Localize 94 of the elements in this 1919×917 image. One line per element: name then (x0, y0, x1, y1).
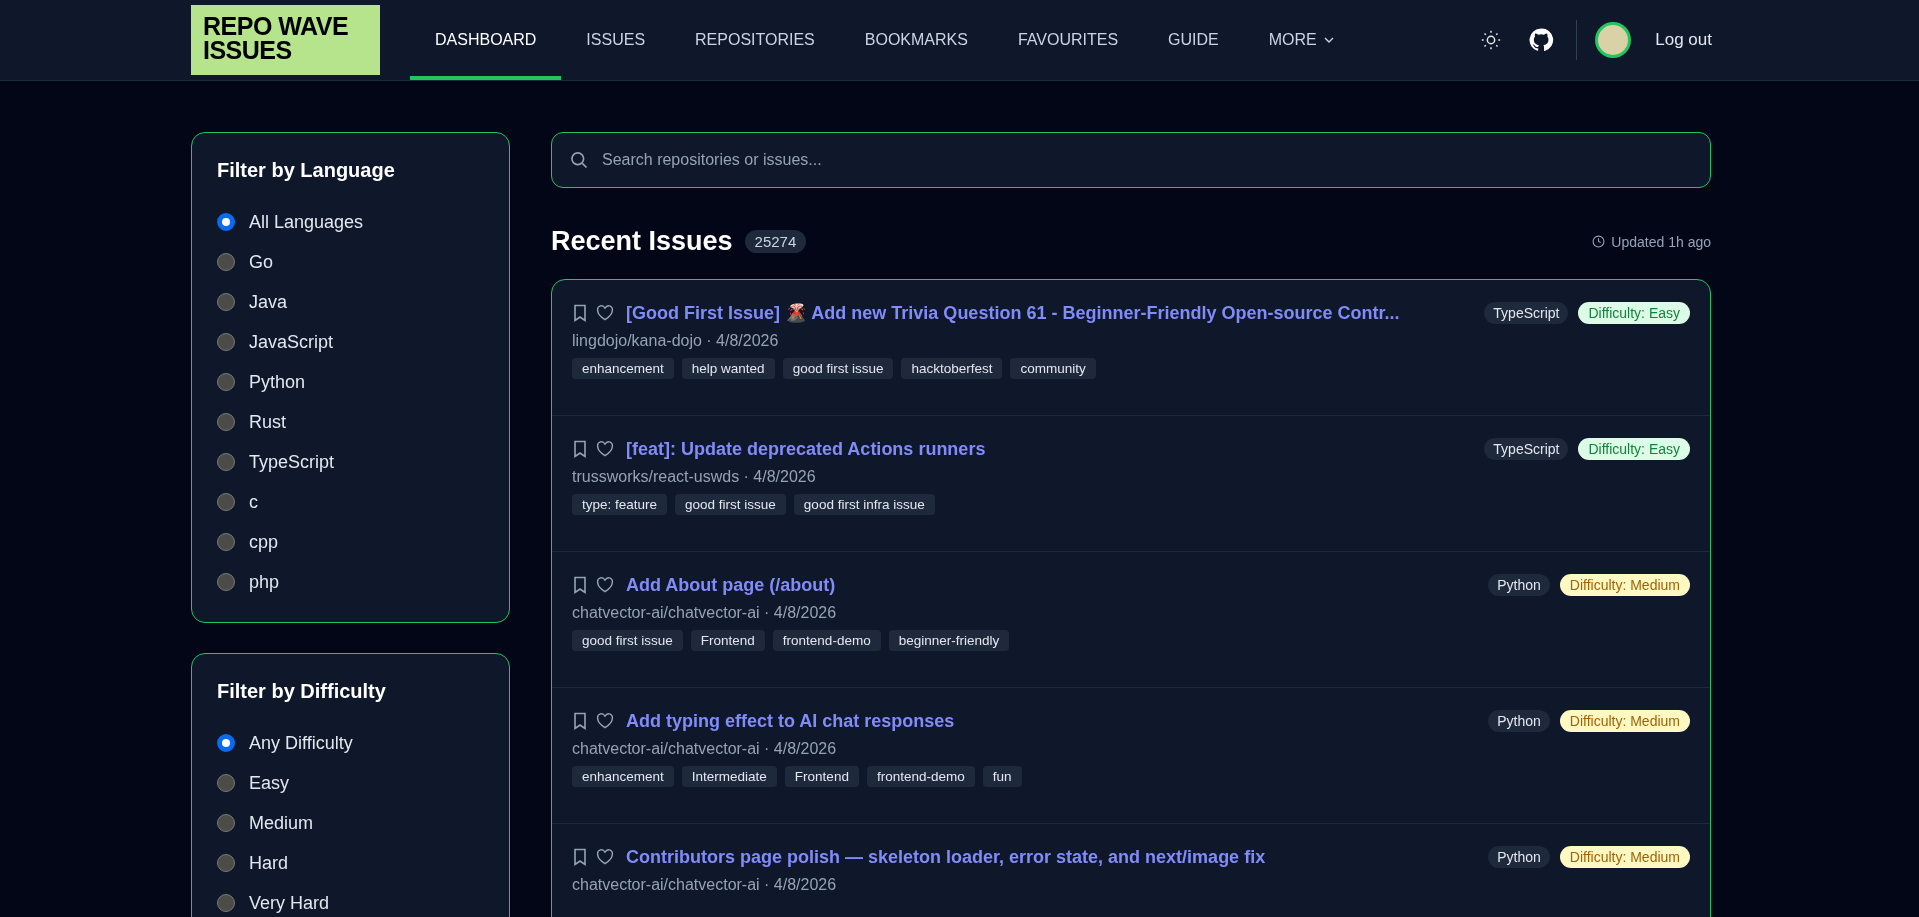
heart-icon[interactable] (596, 441, 614, 457)
label-tag: good first issue (572, 630, 683, 651)
bookmark-icon[interactable] (572, 848, 588, 866)
updated-text: Updated 1h ago (1611, 233, 1711, 250)
label-tag: frontend-demo (866, 766, 975, 787)
label-tag: type: feature (572, 494, 668, 515)
bookmark-icon[interactable] (572, 304, 588, 322)
radio-button[interactable] (217, 734, 235, 752)
label-tag: help wanted (681, 358, 775, 379)
label-tag: community (1010, 358, 1096, 379)
label-tag: good first issue (675, 494, 786, 515)
radio-button[interactable] (217, 774, 235, 792)
label-tag: beginner-friendly (888, 630, 1010, 651)
radio-label[interactable]: Very Hard (249, 892, 330, 914)
issue-title-link[interactable]: [Good First Issue] 🌋 Add new Trivia Question 61 - Beginner-Friendly Open-source Contr... (626, 302, 1400, 324)
radio-button[interactable] (217, 573, 235, 591)
label-tag: enhancement (572, 766, 674, 787)
radio-button[interactable] (217, 293, 235, 311)
radio-label[interactable]: Java (249, 291, 288, 313)
filter-title: Filter by Difficulty (217, 680, 387, 703)
language-badge: Python (1488, 710, 1550, 732)
repo-date-text: lingdojo/kana-dojo · 4/8/2026 (572, 332, 780, 350)
filter-title: Filter by Language (217, 159, 396, 182)
label-tag: good first infra issue (793, 494, 935, 515)
radio-label[interactable]: Any Difficulty (249, 732, 353, 754)
nav-tab[interactable]: DASHBOARD (410, 0, 562, 80)
issue-title-link[interactable]: [feat]: Update deprecated Actions runners (626, 438, 986, 460)
repo-date-text: chatvector-ai/chatvector-ai · 4/8/2026 (572, 604, 838, 622)
radio-button[interactable] (217, 814, 235, 832)
label-tag: Frontend (690, 630, 765, 651)
label-tag: Intermediate (681, 766, 777, 787)
difficulty-badge: Difficulty: Medium (1559, 846, 1690, 868)
language-badge: TypeScript (1484, 302, 1569, 324)
repo-date-text: chatvector-ai/chatvector-ai · 4/8/2026 (572, 740, 838, 758)
label-tag: frontend-demo (772, 630, 881, 651)
nav-tab[interactable]: MORE (1243, 0, 1360, 80)
radio-button[interactable] (217, 373, 235, 391)
radio-button[interactable] (217, 453, 235, 471)
radio-button[interactable] (217, 253, 235, 271)
avatar[interactable] (1595, 22, 1632, 58)
nav-tab[interactable]: GUIDE (1143, 0, 1244, 80)
repo-date-text: trussworks/react-uswds · 4/8/2026 (572, 468, 817, 486)
radio-button[interactable] (217, 493, 235, 511)
nav-tab[interactable]: REPOSITORIES (670, 0, 840, 80)
radio-label[interactable]: TypeScript (249, 451, 335, 473)
heart-icon[interactable] (596, 577, 614, 593)
radio-label[interactable]: Python (249, 371, 306, 393)
heart-icon[interactable] (596, 713, 614, 729)
radio-label[interactable]: Hard (249, 852, 288, 874)
issue-title-link[interactable]: Add About page (/about) (626, 574, 836, 596)
search-field[interactable]: Search repositories or issues... (551, 132, 1711, 188)
radio-label[interactable]: All Languages (249, 211, 364, 233)
bookmark-icon[interactable] (572, 576, 588, 594)
heart-icon[interactable] (596, 305, 614, 321)
radio-button[interactable] (217, 854, 235, 872)
issue-title-link[interactable]: Contributors page polish — skeleton loader, error state, and next/image fix (626, 846, 1266, 868)
section-title: Recent Issues (551, 226, 733, 257)
count-badge: 25274 (744, 230, 807, 253)
radio-button[interactable] (217, 333, 235, 351)
radio-label[interactable]: c (249, 491, 258, 513)
label-tag: good first issue (782, 358, 894, 379)
radio-label[interactable]: Go (249, 251, 273, 273)
radio-button[interactable] (217, 894, 235, 912)
language-badge: TypeScript (1484, 438, 1569, 460)
heart-icon[interactable] (596, 849, 614, 865)
radio-label[interactable]: cpp (249, 531, 279, 553)
radio-label[interactable]: Rust (249, 411, 286, 433)
difficulty-badge: Difficulty: Medium (1559, 574, 1690, 596)
radio-label[interactable]: Easy (249, 772, 290, 794)
label-tag: hacktoberfest (901, 358, 1003, 379)
difficulty-badge: Difficulty: Easy (1578, 302, 1690, 324)
nav-tab[interactable]: ISSUES (561, 0, 671, 80)
language-badge: Python (1488, 574, 1550, 596)
language-badge: Python (1488, 846, 1550, 868)
radio-label[interactable]: php (249, 571, 280, 593)
radio-label[interactable]: JavaScript (249, 331, 334, 353)
logout-button[interactable]: Log out (1649, 29, 1718, 51)
difficulty-badge: Difficulty: Medium (1559, 710, 1690, 732)
bookmark-icon[interactable] (572, 440, 588, 458)
label-tag: enhancement (572, 358, 674, 379)
nav-tab[interactable]: FAVOURITES (992, 0, 1144, 80)
label-tag: Frontend (784, 766, 859, 787)
radio-label[interactable]: Medium (249, 812, 314, 834)
radio-button[interactable] (217, 533, 235, 551)
bookmark-icon[interactable] (572, 712, 588, 730)
radio-button[interactable] (217, 213, 235, 231)
issue-title-link[interactable]: Add typing effect to AI chat responses (626, 710, 955, 732)
logo[interactable]: REPO WAVE ISSUES (191, 5, 380, 75)
radio-button[interactable] (217, 413, 235, 431)
difficulty-badge: Difficulty: Easy (1578, 438, 1690, 460)
nav-tab[interactable]: BOOKMARKS (839, 0, 993, 80)
repo-date-text: chatvector-ai/chatvector-ai · 4/8/2026 (572, 876, 838, 894)
label-tag: fun (982, 766, 1022, 787)
clock-icon (1592, 235, 1606, 248)
